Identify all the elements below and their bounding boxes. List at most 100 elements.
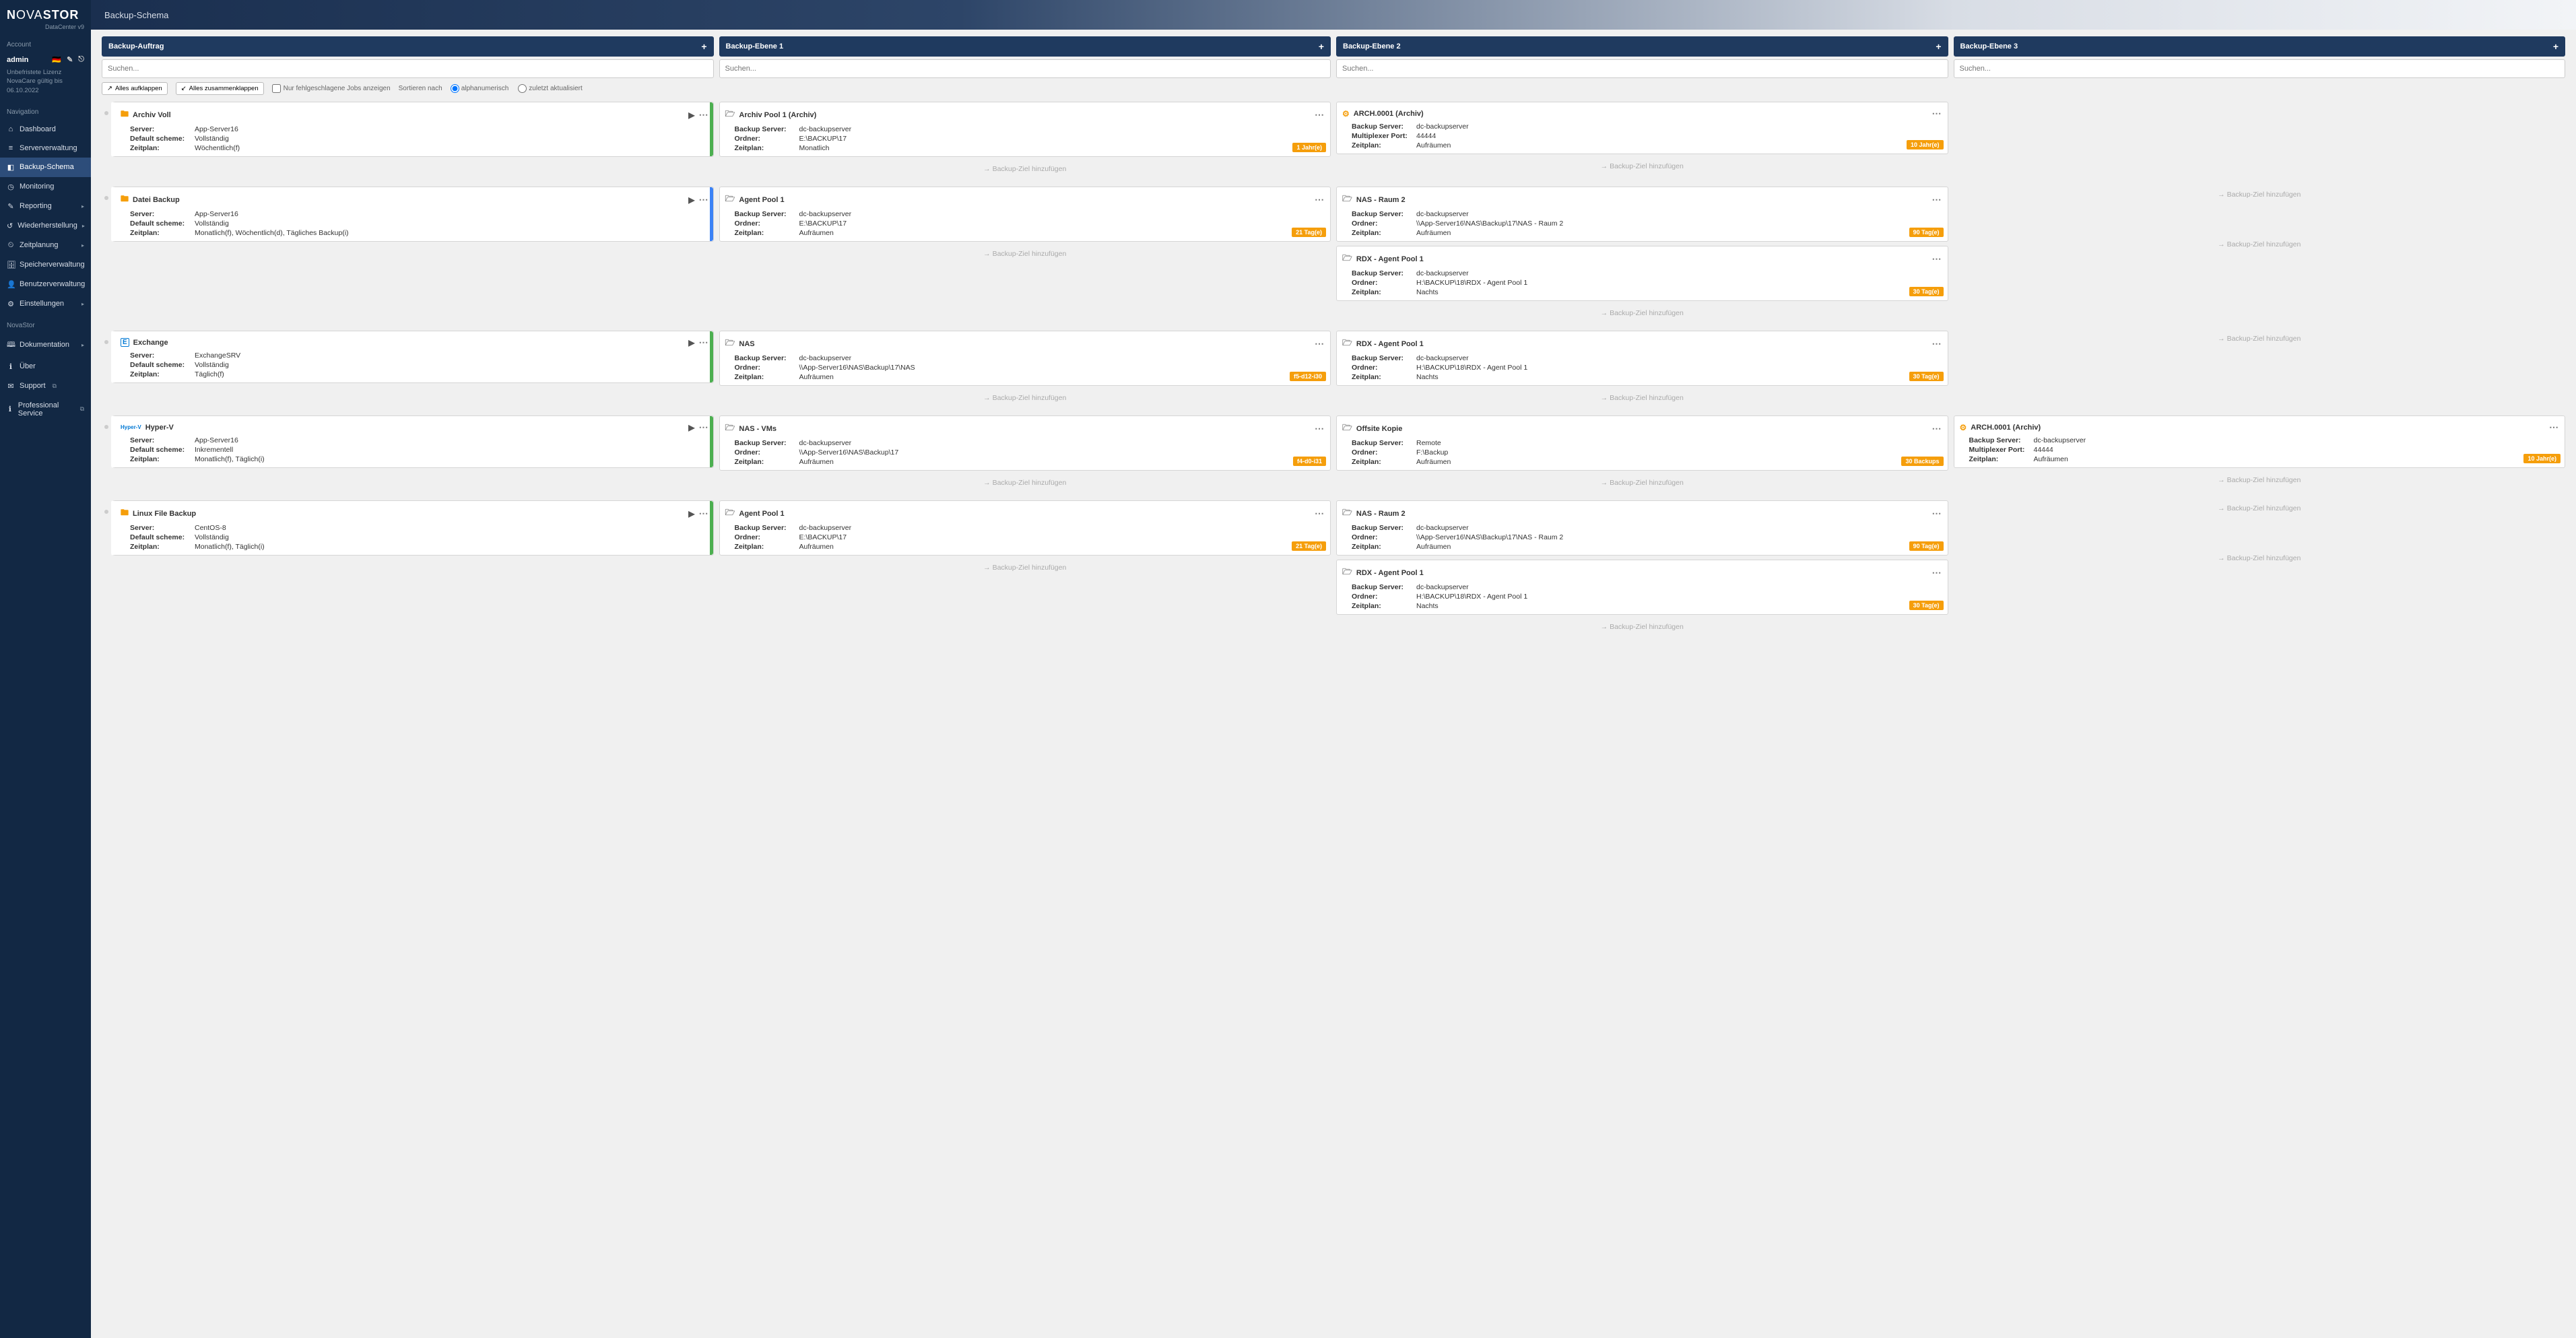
expand-all-button[interactable]: ↗Alles aufklappen xyxy=(102,82,168,95)
target-card[interactable]: 🗁RDX - Agent Pool 1 ⋯ Backup Server:dc-b… xyxy=(1336,331,1948,386)
chevron-right-icon: ▸ xyxy=(81,342,84,348)
only-failed-checkbox[interactable]: Nur fehlgeschlagene Jobs anzeigen xyxy=(272,84,391,93)
search-input-col-0[interactable] xyxy=(102,59,714,78)
add-target-link[interactable]: Backup-Ziel hinzufügen xyxy=(1954,550,2566,566)
menu-dots-icon[interactable]: ⋯ xyxy=(699,508,709,519)
menu-dots-icon[interactable]: ⋯ xyxy=(1932,338,1942,349)
target-card[interactable]: 🗁Agent Pool 1 ⋯ Backup Server:dc-backups… xyxy=(719,187,1331,242)
job-card[interactable]: 🖿Archiv Voll ▶ ⋯ Server:App-Server16 Def… xyxy=(111,102,714,157)
add-target-link[interactable]: Backup-Ziel hinzufügen xyxy=(719,246,1331,262)
add-column-item-button[interactable]: + xyxy=(1319,41,1324,52)
nav-item-reporting[interactable]: ✎Reporting▸ xyxy=(0,197,91,216)
sort-updated-radio[interactable]: zuletzt aktualisiert xyxy=(518,84,582,93)
menu-dots-icon[interactable]: ⋯ xyxy=(1932,194,1942,205)
add-target-link[interactable]: Backup-Ziel hinzufügen xyxy=(1954,331,2566,347)
nav-item-icon: ◧ xyxy=(7,163,15,172)
play-icon[interactable]: ▶ xyxy=(688,338,694,347)
nav-item-backup-schema[interactable]: ◧Backup-Schema xyxy=(0,158,91,177)
menu-dots-icon[interactable]: ⋯ xyxy=(1932,108,1942,119)
job-card[interactable]: 🖿Datei Backup ▶ ⋯ Server:App-Server16 De… xyxy=(111,187,714,242)
folder-open-icon: 🗁 xyxy=(1342,506,1352,521)
nav-item-icon: ⏲ xyxy=(7,241,15,250)
target-title: NAS - VMs xyxy=(739,425,777,433)
nav-item-speicherverwaltung[interactable]: 🗄Speicherverwaltung xyxy=(0,255,91,275)
menu-dots-icon[interactable]: ⋯ xyxy=(1932,423,1942,434)
schema-row: 🖿Archiv Voll ▶ ⋯ Server:App-Server16 Def… xyxy=(102,102,2565,177)
play-icon[interactable]: ▶ xyxy=(688,110,694,120)
flag-icon[interactable]: 🇩🇪 xyxy=(52,55,61,64)
user-edit-icon[interactable]: ✎ xyxy=(67,55,73,64)
add-column-item-button[interactable]: + xyxy=(701,41,706,52)
play-icon[interactable]: ▶ xyxy=(688,423,694,432)
add-target-link[interactable]: Backup-Ziel hinzufügen xyxy=(719,475,1331,491)
menu-dots-icon[interactable]: ⋯ xyxy=(1932,253,1942,265)
menu-dots-icon[interactable]: ⋯ xyxy=(1315,338,1325,349)
nav-item-einstellungen[interactable]: ⚙Einstellungen▸ xyxy=(0,294,91,314)
add-target-link[interactable]: Backup-Ziel hinzufügen xyxy=(1954,472,2566,488)
target-card[interactable]: 🗁NAS ⋯ Backup Server:dc-backupserver Ord… xyxy=(719,331,1331,386)
target-card[interactable]: 🗁NAS - Raum 2 ⋯ Backup Server:dc-backups… xyxy=(1336,500,1948,556)
folder-icon: 🖿 xyxy=(121,193,129,207)
target-card[interactable]: ⚙ARCH.0001 (Archiv) ⋯ Backup Server:dc-b… xyxy=(1336,102,1948,154)
novastor-item-professional-service[interactable]: ℹProfessional Service⧉ xyxy=(0,396,91,423)
nav-item-wiederherstellung[interactable]: ↺Wiederherstellung▸ xyxy=(0,216,91,236)
menu-dots-icon[interactable]: ⋯ xyxy=(699,109,709,121)
target-card[interactable]: ⚙ARCH.0001 (Archiv) ⋯ Backup Server:dc-b… xyxy=(1954,415,2566,468)
add-target-link[interactable]: Backup-Ziel hinzufügen xyxy=(1954,236,2566,253)
add-column-item-button[interactable]: + xyxy=(1936,41,1941,52)
menu-dots-icon[interactable]: ⋯ xyxy=(1932,567,1942,578)
job-card[interactable]: 🖿Linux File Backup ▶ ⋯ Server:CentOS-8 D… xyxy=(111,500,714,556)
target-card[interactable]: 🗁Agent Pool 1 ⋯ Backup Server:dc-backups… xyxy=(719,500,1331,556)
menu-dots-icon[interactable]: ⋯ xyxy=(1315,423,1325,434)
add-target-link[interactable]: Backup-Ziel hinzufügen xyxy=(1954,187,2566,203)
add-target-link[interactable]: Backup-Ziel hinzufügen xyxy=(719,390,1331,406)
menu-dots-icon[interactable]: ⋯ xyxy=(2549,422,2559,433)
menu-dots-icon[interactable]: ⋯ xyxy=(1315,109,1325,121)
menu-dots-icon[interactable]: ⋯ xyxy=(1315,194,1325,205)
folder-open-icon: 🗁 xyxy=(725,506,735,521)
menu-dots-icon[interactable]: ⋯ xyxy=(699,422,709,433)
add-target-link[interactable]: Backup-Ziel hinzufügen xyxy=(719,560,1331,576)
novastor-item-support[interactable]: ✉Support⧉ xyxy=(0,376,91,396)
gear-icon: ⚙ xyxy=(1342,109,1350,119)
nav-item-benutzerverwaltung[interactable]: 👤Benutzerverwaltung xyxy=(0,275,91,294)
menu-dots-icon[interactable]: ⋯ xyxy=(1932,508,1942,519)
target-card[interactable]: 🗁Archiv Pool 1 (Archiv) ⋯ Backup Server:… xyxy=(719,102,1331,157)
nav-item-serververwaltung[interactable]: ≡Serververwaltung xyxy=(0,139,91,158)
sort-alpha-radio[interactable]: alphanumerisch xyxy=(451,84,509,93)
add-target-link[interactable]: Backup-Ziel hinzufügen xyxy=(1954,500,2566,516)
retention-badge: 1 Jahr(e) xyxy=(1292,143,1326,152)
add-target-link[interactable]: Backup-Ziel hinzufügen xyxy=(1336,158,1948,174)
target-card[interactable]: 🗁NAS - VMs ⋯ Backup Server:dc-backupserv… xyxy=(719,415,1331,471)
job-card[interactable]: EExchange ▶ ⋯ Server:ExchangeSRV Default… xyxy=(111,331,714,383)
target-card[interactable]: 🗁RDX - Agent Pool 1 ⋯ Backup Server:dc-b… xyxy=(1336,560,1948,615)
add-target-link[interactable]: Backup-Ziel hinzufügen xyxy=(1336,305,1948,321)
search-input-col-2[interactable] xyxy=(1336,59,1948,78)
target-card[interactable]: 🗁NAS - Raum 2 ⋯ Backup Server:dc-backups… xyxy=(1336,187,1948,242)
target-card[interactable]: 🗁RDX - Agent Pool 1 ⋯ Backup Server:dc-b… xyxy=(1336,246,1948,301)
search-input-col-1[interactable] xyxy=(719,59,1331,78)
novastor-item-über[interactable]: ℹÜber xyxy=(0,357,91,376)
folder-open-icon: 🗁 xyxy=(725,422,735,436)
play-icon[interactable]: ▶ xyxy=(688,509,694,519)
nav-item-zeitplanung[interactable]: ⏲Zeitplanung▸ xyxy=(0,236,91,255)
logout-icon[interactable]: ⎋ xyxy=(78,55,84,64)
menu-dots-icon[interactable]: ⋯ xyxy=(699,194,709,205)
add-target-link[interactable]: Backup-Ziel hinzufügen xyxy=(719,161,1331,177)
menu-dots-icon[interactable]: ⋯ xyxy=(1315,508,1325,519)
job-card[interactable]: Hyper-VHyper-V ▶ ⋯ Server:App-Server16 D… xyxy=(111,415,714,468)
add-target-link[interactable]: Backup-Ziel hinzufügen xyxy=(1336,475,1948,491)
nav-item-dashboard[interactable]: ⌂Dashboard xyxy=(0,120,91,139)
target-card[interactable]: 🗁Offsite Kopie ⋯ Backup Server:Remote Or… xyxy=(1336,415,1948,471)
add-column-item-button[interactable]: + xyxy=(2553,41,2558,52)
add-target-link[interactable]: Backup-Ziel hinzufügen xyxy=(1336,619,1948,635)
search-input-col-3[interactable] xyxy=(1954,59,2566,78)
retention-badge: 30 Backups xyxy=(1901,457,1943,466)
nav-item-monitoring[interactable]: ◷Monitoring xyxy=(0,177,91,197)
novastor-item-dokumentation[interactable]: 🕮Dokumentation▸ xyxy=(0,333,91,357)
target-title: RDX - Agent Pool 1 xyxy=(1356,569,1424,577)
play-icon[interactable]: ▶ xyxy=(688,195,694,205)
menu-dots-icon[interactable]: ⋯ xyxy=(699,337,709,348)
collapse-all-button[interactable]: ↙Alles zusammenklappen xyxy=(176,82,264,95)
add-target-link[interactable]: Backup-Ziel hinzufügen xyxy=(1336,390,1948,406)
